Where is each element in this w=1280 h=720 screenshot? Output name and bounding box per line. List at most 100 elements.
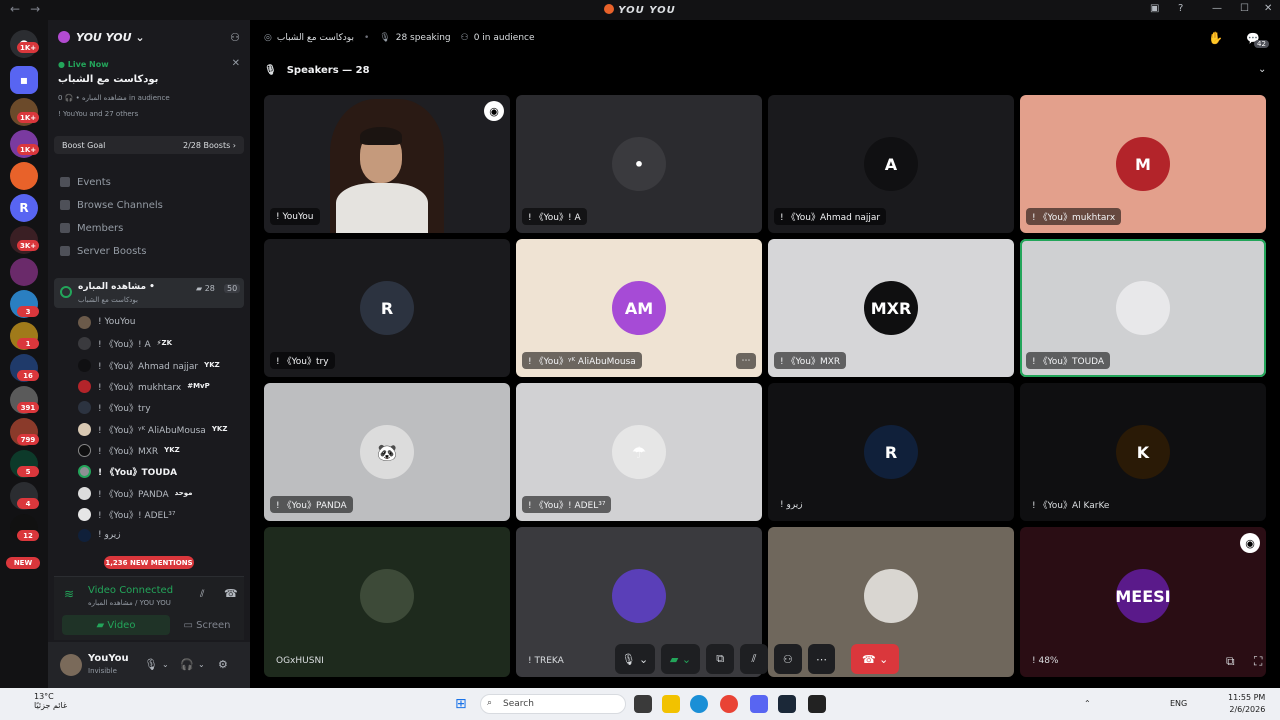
speaker-name-label: ! 《You》MXR [774, 352, 847, 369]
voice-channel-row[interactable]: مشاهده المباره • بودكاست مع الشباب ▰ 28 … [54, 278, 244, 308]
file-explorer-icon[interactable] [662, 695, 680, 713]
boost-goal[interactable]: Boost Goal 2/28 Boosts › [54, 136, 244, 154]
speaker-tile[interactable]: 🐼 ! 《You》PANDA [264, 383, 510, 521]
raise-hand-icon[interactable]: ✋ [1208, 31, 1223, 45]
live-now-card[interactable]: ✕ ● Live Now بودكاست مع الشباب مشاهده ال… [54, 56, 244, 124]
app-icon[interactable] [808, 695, 826, 713]
signal-icon[interactable]: ≋ [64, 587, 74, 601]
inbox-icon[interactable]: ▣ [1150, 3, 1159, 14]
server-icon-4[interactable]: R [10, 194, 38, 222]
voice-user[interactable]: ! 《You》MXR YKZ [78, 441, 180, 459]
stream-badge-icon[interactable]: ◉ [484, 101, 504, 121]
avatar: MXR [864, 281, 918, 335]
voice-user[interactable]: ! 《You》Ahmad najjar YKZ [78, 356, 220, 374]
activity-button[interactable]: ⫽ [740, 644, 768, 674]
voice-user[interactable]: ! 《You》! A ⚡ZK [78, 334, 172, 352]
speaker-tile[interactable]: R ! زيرو [768, 383, 1014, 521]
video-button[interactable]: ▰ Video [62, 615, 170, 635]
language-indicator[interactable]: ENG [1170, 699, 1187, 708]
server-icon-6[interactable] [10, 258, 38, 286]
leave-call-button[interactable]: ☎ ⌄ [851, 644, 899, 674]
chevron-down-icon[interactable]: ⌄ [162, 660, 169, 669]
speaker-tile[interactable]: ◉ ! YouYou [264, 95, 510, 233]
speaker-tile[interactable]: OGxHUSNI [264, 527, 510, 677]
popout-icon[interactable]: ⧉ [1226, 654, 1235, 669]
new-servers-pill[interactable]: NEW [6, 557, 40, 569]
search-icon: ⌕ [487, 698, 493, 708]
discord-taskbar-icon[interactable] [750, 695, 768, 713]
voice-user[interactable]: ! 《You》try [78, 398, 151, 416]
voice-user[interactable]: ! 《You》! ADEL³⁷ [78, 505, 175, 523]
taskbar-search[interactable]: ⌕ Search [480, 694, 626, 714]
voice-user[interactable]: ! YouYou [78, 313, 136, 331]
menu-label: Browse Channels [77, 199, 163, 211]
boost-goal-label: Boost Goal [62, 140, 106, 150]
speaker-tile[interactable]: • ! 《You》! A [516, 95, 762, 233]
speakers-header[interactable]: 🎙 Speakers — 28 [264, 60, 370, 80]
avatar [78, 379, 91, 393]
disconnect-icon[interactable]: ☎ [224, 587, 238, 600]
share-screen-button[interactable]: ⧉ [706, 644, 735, 674]
close-window-icon[interactable]: ✕ [1264, 3, 1272, 14]
voice-user[interactable]: ! 《You》TOUDA [78, 462, 177, 480]
chevron-down-icon[interactable]: ⌄ [198, 660, 205, 669]
more-options-button[interactable]: ⋯ [807, 644, 836, 674]
voice-user[interactable]: ! 《You》mukhtarx #MvP [78, 377, 210, 395]
user-limit: 50 [224, 284, 241, 293]
add-member-icon[interactable]: ⚇ [230, 31, 240, 44]
headphones-icon[interactable]: 🎧 [180, 658, 194, 671]
weather-widget[interactable]: 13°C غائم جزئيًا [14, 692, 67, 710]
camera-button[interactable]: ▰ ⌄ [660, 644, 701, 674]
speaker-tile[interactable]: R ! 《You》try [264, 239, 510, 377]
menu-browse-channels[interactable]: Browse Channels [60, 196, 163, 214]
minimize-icon[interactable]: — [1212, 3, 1222, 14]
screen-button[interactable]: ▭ Screen [174, 615, 240, 635]
edge-icon[interactable] [690, 695, 708, 713]
clock[interactable]: 11:55 PM 2/6/2026 [1228, 692, 1265, 716]
new-mentions-pill[interactable]: 1,236 NEW MENTIONS [104, 556, 194, 569]
connection-status: Video Connected [88, 585, 174, 596]
voice-user[interactable]: ! زيرو [78, 526, 121, 544]
maximize-icon[interactable]: ☐ [1240, 3, 1249, 14]
avatar: R [360, 281, 414, 335]
tray-chevron-icon[interactable]: ⌃ [1084, 699, 1091, 708]
video-count: ▰ 28 [196, 284, 215, 293]
live-label: ● Live Now [58, 60, 109, 69]
steam-icon[interactable] [778, 695, 796, 713]
windows-taskbar: 13°C غائم جزئيًا ⊞ ⌕ Search ⌃ ENG 11:55 P… [0, 688, 1280, 720]
speaker-tile[interactable]: MXR ! 《You》MXR [768, 239, 1014, 377]
avatar [78, 315, 91, 329]
windows-start-icon[interactable]: ⊞ [455, 696, 467, 712]
invite-button[interactable]: ⚇ [773, 644, 802, 674]
microphone-icon[interactable]: 🎙 [144, 658, 158, 671]
menu-events[interactable]: Events [60, 173, 111, 191]
avatar[interactable] [60, 654, 82, 676]
fullscreen-icon[interactable]: ⛶ [1254, 654, 1262, 669]
settings-gear-icon[interactable]: ⚙ [218, 658, 228, 671]
speaker-tile[interactable]: A ! 《You》Ahmad najjar [768, 95, 1014, 233]
close-icon[interactable]: ✕ [232, 58, 240, 69]
collapse-chevron-icon[interactable]: ⌄ [1258, 64, 1266, 75]
speaker-tile[interactable]: ! 《You》TOUDA [1020, 239, 1266, 377]
voice-user[interactable]: ! 《You》ᵞᴷ AliAbuMousa YKZ [78, 420, 227, 438]
chrome-icon[interactable] [720, 695, 738, 713]
help-icon[interactable]: ? [1178, 3, 1183, 14]
task-view-icon[interactable] [634, 695, 652, 713]
menu-server-boosts[interactable]: Server Boosts [60, 242, 146, 260]
server-name: YOU YOU ⌄ [76, 30, 145, 44]
stream-badge-icon[interactable]: ◉ [1240, 533, 1260, 553]
server-header[interactable]: YOU YOU ⌄ ⚇ [48, 20, 250, 54]
speaker-tile[interactable]: K ! 《You》Al KarKe [1020, 383, 1266, 521]
noise-suppression-icon[interactable]: ⫽ [200, 589, 204, 600]
voice-user[interactable]: ! 《You》PANDA موحد [78, 484, 192, 502]
speaker-tile[interactable]: ☂! 《You》! ADEL³⁷ [516, 383, 762, 521]
more-options-icon[interactable]: ⋯ [736, 353, 756, 369]
server-icon-3[interactable] [10, 162, 38, 190]
voice-user-name: ! 《You》! ADEL³⁷ [98, 510, 176, 521]
dm-folder-icon[interactable]: ▪ [10, 66, 38, 94]
avatar [78, 464, 91, 478]
speaker-tile[interactable]: AM ! 《You》ᵞᴷ AliAbuMousa ⋯ [516, 239, 762, 377]
speaker-tile[interactable]: M ! 《You》mukhtarx [1020, 95, 1266, 233]
menu-members[interactable]: Members [60, 219, 123, 237]
microphone-button[interactable]: 🎙 ⌄ [615, 644, 655, 674]
